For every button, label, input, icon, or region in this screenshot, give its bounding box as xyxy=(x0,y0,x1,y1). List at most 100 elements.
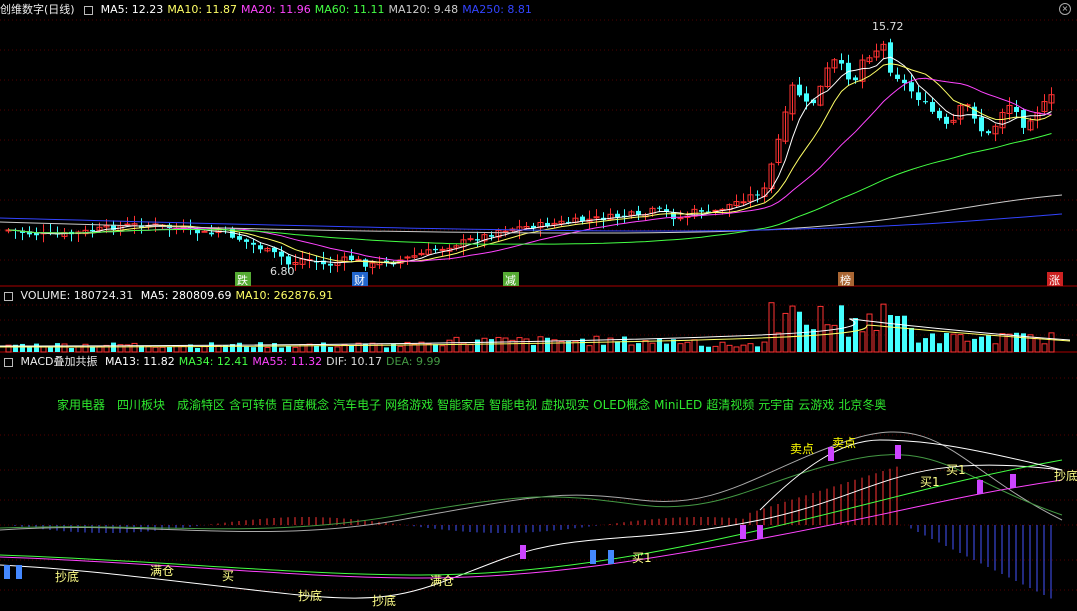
candle-down xyxy=(209,232,214,235)
volume-bar xyxy=(593,335,600,353)
volume-bar xyxy=(775,332,782,353)
event-marker: 财 xyxy=(354,273,365,287)
candle-down xyxy=(986,131,991,134)
volume-bar xyxy=(209,342,214,352)
concept-tag: 超清视频 xyxy=(706,398,755,412)
candle-down xyxy=(895,74,900,79)
volume-bar xyxy=(475,339,480,352)
concept-tag: 智能电视 xyxy=(489,398,538,412)
main-ma-3: MA60: 11.11 xyxy=(314,3,385,16)
volume-bar xyxy=(20,343,25,352)
volume-bar xyxy=(34,343,39,352)
stock-chart-canvas[interactable]: 15.726.80跌财减榜涨抄底 满仓 买抄底 抄底满仓买1卖点 卖点买1买1 抄底 xyxy=(0,0,1077,611)
close-icon[interactable]: × xyxy=(1059,3,1071,15)
candle-down xyxy=(930,102,935,112)
dea-line xyxy=(0,454,1063,530)
volume-bar xyxy=(27,347,32,352)
candle-down xyxy=(853,77,858,81)
volume-bar xyxy=(251,347,256,352)
concept-tag: 元宇宙 xyxy=(758,398,795,412)
volume-bar xyxy=(586,345,593,353)
macd-ma-4: DEA: 9.99 xyxy=(386,355,441,368)
main-ma-0: MA5: 12.23 xyxy=(100,3,164,16)
main-ma-2: MA20: 11.96 xyxy=(241,3,311,16)
volume-bar xyxy=(55,343,60,352)
volume-bar xyxy=(495,336,502,353)
volume-bar xyxy=(201,346,208,353)
macd-ma-2: MA55: 11.32 xyxy=(252,355,323,368)
concept-tag: 虚拟现实 xyxy=(541,398,590,412)
volume-bar xyxy=(237,342,242,352)
volume-bar xyxy=(537,336,544,353)
main-panel-header: 创维数字(日线) MA5: 12.23 MA10: 11.87 MA20: 11.9… xyxy=(0,2,540,18)
signal-block xyxy=(757,525,763,539)
main-ma-list: MA5: 12.23 MA10: 11.87 MA20: 11.96 MA60: 11… xyxy=(101,3,536,16)
main-settings-icon[interactable] xyxy=(84,5,94,15)
signal-block xyxy=(895,445,901,459)
volume-bar xyxy=(733,346,740,353)
candle-down xyxy=(916,92,921,101)
volume-bar xyxy=(916,342,921,352)
high-price-label: 15.72 xyxy=(872,20,904,33)
event-marker: 减 xyxy=(505,274,516,287)
volume-bar xyxy=(516,337,523,353)
volume-bar xyxy=(986,334,991,352)
macd-settings-icon[interactable] xyxy=(4,357,13,367)
macd-ma-0: MA13: 11.82 xyxy=(104,355,175,368)
concept-tag: 四川板块 xyxy=(117,398,166,412)
signal-block xyxy=(16,565,22,579)
volume-bar xyxy=(244,346,249,352)
candle-down xyxy=(237,236,242,240)
candle-up xyxy=(201,230,208,233)
macd-panel-header: MACD叠加共振 MA13: 11.82 MA34: 12.41 MA55: 11.… xyxy=(0,354,448,370)
volume-bar xyxy=(880,303,887,353)
volume-bar xyxy=(328,346,333,352)
volume-bar xyxy=(439,345,446,353)
candle-down xyxy=(979,117,984,132)
signal-block xyxy=(520,545,526,559)
candle-down xyxy=(615,213,620,218)
candle-down xyxy=(489,235,494,237)
signal-block xyxy=(608,550,614,564)
candle-down xyxy=(839,60,844,64)
candle-down xyxy=(328,263,333,266)
candle-down xyxy=(657,207,662,209)
volume-bar xyxy=(866,313,873,353)
volume-bar xyxy=(349,345,354,352)
signal-block xyxy=(1010,474,1016,488)
concept-tag: OLED概念 xyxy=(593,398,651,412)
volume-bar xyxy=(873,329,880,353)
volume-bar xyxy=(1041,343,1048,353)
volume-bar xyxy=(152,346,159,353)
volume-bar xyxy=(944,332,949,352)
volume-bar xyxy=(950,333,957,353)
volume-bar xyxy=(195,347,200,352)
main-panel-title: 创维数字(日线) xyxy=(0,3,75,16)
signal-label: 抄底 xyxy=(372,593,396,608)
volume-bar xyxy=(782,312,789,353)
candle-down xyxy=(1014,106,1019,113)
volume-bar xyxy=(930,333,935,352)
macd-panel-title: MACD叠加共振 xyxy=(20,355,98,368)
candle-down xyxy=(636,210,641,215)
candle-down xyxy=(475,239,480,241)
volume-bar xyxy=(397,345,404,353)
concept-tags: 家用电器 四川板块 成渝特区 含可转债 百度概念 汽车电子 网络游戏 智能家居 智能电视 虚拟现实… xyxy=(57,396,890,413)
volume-bar xyxy=(180,345,187,353)
volume-bar xyxy=(846,336,851,352)
volume-bar xyxy=(628,344,635,353)
event-marker: 跌 xyxy=(237,273,248,287)
volume-bar xyxy=(902,315,907,352)
candle-down xyxy=(90,229,95,232)
volume-bar xyxy=(321,342,326,352)
dif-line xyxy=(0,431,1063,533)
event-marker: 榜 xyxy=(840,273,851,287)
volume-bar xyxy=(61,343,68,353)
volume-ma-0: MA5: 280809.69 xyxy=(140,289,232,302)
main-ma-4: MA120: 9.48 xyxy=(388,3,459,16)
low-price-label: 6.80 xyxy=(270,265,295,278)
volume-bar xyxy=(363,343,368,352)
volume-bar xyxy=(992,343,999,353)
volume-settings-icon[interactable] xyxy=(4,291,13,301)
candle-down xyxy=(909,82,914,92)
